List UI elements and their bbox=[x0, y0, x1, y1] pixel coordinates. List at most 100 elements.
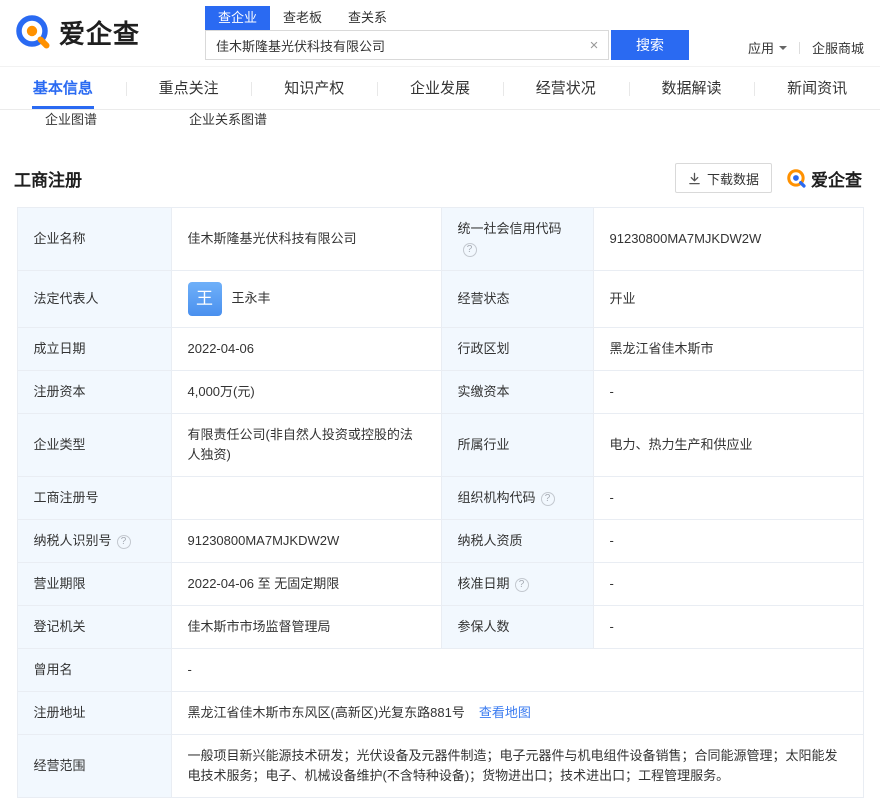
help-icon[interactable]: ? bbox=[541, 492, 555, 506]
field-value-text: 佳木斯隆基光伏科技有限公司 bbox=[188, 231, 357, 246]
table-row: 企业类型 有限责任公司(非自然人投资或控股的法人独资) 所属行业 电力、热力生产和供应… bbox=[17, 414, 863, 477]
download-data-button[interactable]: 下载数据 bbox=[675, 163, 772, 193]
field-value-text: 91230800MA7MJKDW2W bbox=[188, 533, 340, 548]
table-row: 营业期限 2022-04-06 至 无固定期限 核准日期? - bbox=[17, 563, 863, 606]
sub-nav-item[interactable]: 企业关系图谱 bbox=[189, 110, 267, 125]
top-header: 爱企查 查企业查老板查关系 × 搜索 应用 企服商城 bbox=[0, 0, 880, 66]
field-label-text: 注册地址 bbox=[34, 705, 86, 720]
field-value-text: 一般项目新兴能源技术研发；光伏设备及元器件制造；电子元器件与机电组件设备销售；合… bbox=[188, 748, 838, 783]
field-value-text: - bbox=[610, 490, 614, 505]
field-label-text: 曾用名 bbox=[34, 662, 73, 677]
aiqicha-watermark: 爱企查 bbox=[786, 166, 862, 191]
nav-tab[interactable]: 知识产权 bbox=[251, 67, 377, 109]
vertical-divider bbox=[799, 42, 800, 54]
chevron-down-icon bbox=[779, 46, 787, 54]
field-value: 91230800MA7MJKDW2W bbox=[171, 520, 441, 563]
field-value-text: - bbox=[610, 384, 614, 399]
aiqicha-logo[interactable]: 爱企查 bbox=[14, 13, 140, 51]
field-label: 企业名称 bbox=[17, 208, 171, 271]
field-label: 曾用名 bbox=[17, 649, 171, 692]
table-row: 登记机关佳木斯市市场监督管理局参保人数- bbox=[17, 606, 863, 649]
field-value-text: 2022-04-06 至 无固定期限 bbox=[188, 576, 340, 591]
search-tabs: 查企业查老板查关系 bbox=[205, 6, 689, 30]
field-value: 王王永丰 bbox=[171, 271, 441, 328]
download-icon bbox=[688, 172, 701, 185]
help-icon[interactable]: ? bbox=[117, 535, 131, 549]
table-row: 企业名称佳木斯隆基光伏科技有限公司统一社会信用代码?91230800MA7MJK… bbox=[17, 208, 863, 271]
field-label-text: 登记机关 bbox=[34, 619, 86, 634]
field-label-text: 经营状态 bbox=[458, 291, 510, 306]
field-label: 经营范围 bbox=[17, 735, 171, 798]
field-value-text: 有限责任公司(非自然人投资或控股的法人独资) bbox=[188, 427, 413, 462]
field-value: 电力、热力生产和供应业 bbox=[593, 414, 863, 477]
nav-tab[interactable]: 重点关注 bbox=[126, 67, 252, 109]
field-value: 开业 bbox=[593, 271, 863, 328]
field-label: 纳税人资质 bbox=[441, 520, 593, 563]
field-value-text: 电力、热力生产和供应业 bbox=[610, 437, 753, 452]
section-header-right: 下载数据 爱企查 bbox=[675, 163, 862, 193]
table-row: 成立日期2022-04-06行政区划黑龙江省佳木斯市 bbox=[17, 328, 863, 371]
field-label-text: 企业名称 bbox=[34, 231, 86, 246]
search-box: × bbox=[205, 30, 609, 60]
search-scope-tab[interactable]: 查老板 bbox=[270, 6, 335, 30]
brand-name: 爱企查 bbox=[59, 14, 140, 51]
field-label: 注册地址 bbox=[17, 692, 171, 735]
view-map-link[interactable]: 查看地图 bbox=[479, 705, 531, 720]
nav-tab[interactable]: 新闻资讯 bbox=[754, 67, 880, 109]
field-value: 2022-04-06 bbox=[171, 328, 441, 371]
field-label: 纳税人识别号? bbox=[17, 520, 171, 563]
field-value: - bbox=[593, 520, 863, 563]
sub-nav-item[interactable]: 企业图谱 bbox=[45, 110, 97, 125]
service-mall-link[interactable]: 企服商城 bbox=[812, 38, 864, 57]
aiqicha-logo-icon bbox=[14, 13, 52, 51]
field-label-text: 企业类型 bbox=[34, 437, 86, 452]
help-icon[interactable]: ? bbox=[515, 578, 529, 592]
field-value-text: - bbox=[610, 533, 614, 548]
table-row: 纳税人识别号? 91230800MA7MJKDW2W 纳税人资质 - bbox=[17, 520, 863, 563]
clear-search-icon[interactable]: × bbox=[580, 37, 608, 54]
field-label-text: 核准日期 bbox=[458, 576, 510, 591]
field-label-text: 参保人数 bbox=[458, 619, 510, 634]
field-value-text: - bbox=[610, 576, 614, 591]
search-scope-tab[interactable]: 查关系 bbox=[335, 6, 400, 30]
registration-table: 企业名称佳木斯隆基光伏科技有限公司统一社会信用代码?91230800MA7MJK… bbox=[17, 207, 864, 798]
nav-tab[interactable]: 经营状况 bbox=[503, 67, 629, 109]
field-value: 4,000万(元) bbox=[171, 371, 441, 414]
field-label-text: 营业期限 bbox=[34, 576, 86, 591]
field-label: 工商注册号 bbox=[17, 477, 171, 520]
nav-tab[interactable]: 基本信息 bbox=[0, 67, 126, 109]
field-value-text: 佳木斯市市场监督管理局 bbox=[188, 619, 331, 634]
apps-menu-label: 应用 bbox=[748, 38, 774, 57]
field-value: - bbox=[593, 371, 863, 414]
watermark-brand-name: 爱企查 bbox=[811, 166, 862, 191]
apps-menu[interactable]: 应用 bbox=[748, 38, 787, 57]
field-value: 91230800MA7MJKDW2W bbox=[593, 208, 863, 271]
field-value bbox=[171, 477, 441, 520]
field-label: 成立日期 bbox=[17, 328, 171, 371]
legal-rep-name[interactable]: 王永丰 bbox=[232, 290, 271, 305]
search-scope-tab[interactable]: 查企业 bbox=[205, 6, 270, 30]
aiqicha-watermark-icon bbox=[786, 168, 807, 189]
field-value: 黑龙江省佳木斯市东风区(高新区)光复东路881号查看地图 bbox=[171, 692, 863, 735]
nav-tab[interactable]: 数据解读 bbox=[629, 67, 755, 109]
field-value: 黑龙江省佳木斯市 bbox=[593, 328, 863, 371]
field-value: - bbox=[593, 563, 863, 606]
field-value-text: 开业 bbox=[610, 291, 636, 306]
search-input[interactable] bbox=[206, 31, 580, 59]
field-label-text: 纳税人识别号 bbox=[34, 533, 112, 548]
field-label-text: 经营范围 bbox=[34, 758, 86, 773]
field-value-text: 2022-04-06 bbox=[188, 341, 255, 356]
search-button[interactable]: 搜索 bbox=[611, 30, 689, 60]
field-label: 所属行业 bbox=[441, 414, 593, 477]
field-label-text: 纳税人资质 bbox=[458, 533, 523, 548]
field-label: 企业类型 bbox=[17, 414, 171, 477]
field-value: 2022-04-06 至 无固定期限 bbox=[171, 563, 441, 606]
main-nav: 基本信息重点关注知识产权企业发展经营状况数据解读新闻资讯 bbox=[0, 66, 880, 110]
help-icon[interactable]: ? bbox=[463, 243, 477, 257]
nav-tab[interactable]: 企业发展 bbox=[377, 67, 503, 109]
field-label: 法定代表人 bbox=[17, 271, 171, 328]
field-label-text: 成立日期 bbox=[34, 341, 86, 356]
field-label: 登记机关 bbox=[17, 606, 171, 649]
field-value-text: 黑龙江省佳木斯市 bbox=[610, 341, 714, 356]
field-value-text: 黑龙江省佳木斯市东风区(高新区)光复东路881号 bbox=[188, 705, 465, 720]
